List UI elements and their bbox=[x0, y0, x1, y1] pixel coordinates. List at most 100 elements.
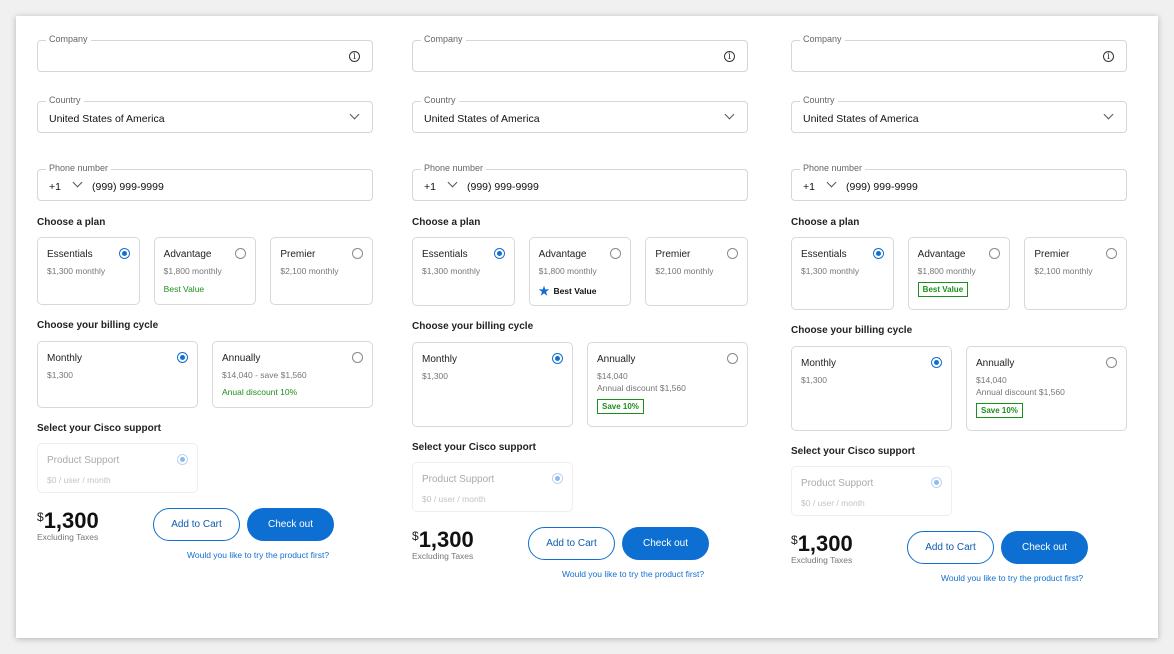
phone-label: Phone number bbox=[421, 163, 487, 173]
billing-option-annually[interactable]: Annually $14,040 Annual discount $1,560 Sav… bbox=[587, 342, 748, 427]
phone-input[interactable]: Phone number +1 (999) 999-9999 bbox=[412, 163, 748, 201]
plan-radio[interactable] bbox=[1106, 248, 1118, 259]
billing-radio[interactable] bbox=[352, 352, 363, 363]
billing-radio[interactable] bbox=[1106, 357, 1117, 368]
billing-option-monthly[interactable]: Monthly $1,300 bbox=[37, 341, 198, 408]
billing-radio[interactable] bbox=[931, 357, 942, 368]
support-radio bbox=[177, 454, 188, 465]
billing-name: Monthly bbox=[47, 353, 83, 364]
chevron-down-icon[interactable] bbox=[72, 177, 83, 188]
info-icon[interactable]: i bbox=[349, 51, 360, 62]
try-product-link[interactable]: Would you like to try the product first? bbox=[562, 569, 704, 579]
plan-heading: Choose a plan bbox=[37, 217, 106, 228]
country-label: Country bbox=[800, 95, 838, 105]
phone-input[interactable]: Phone number +1 (999) 999-9999 bbox=[791, 163, 1127, 201]
billing-detail: $14,040 bbox=[597, 371, 628, 381]
plan-name: Advantage bbox=[538, 249, 587, 260]
support-heading: Select your Cisco support bbox=[412, 442, 536, 453]
plan-option-advantage[interactable]: Advantage $1,800 monthly Best Value bbox=[907, 237, 1011, 310]
company-label: Company bbox=[421, 34, 466, 44]
chevron-down-icon bbox=[349, 109, 360, 120]
plan-name: Essentials bbox=[422, 249, 468, 260]
country-value: United States of America bbox=[803, 113, 919, 125]
plan-price: $1,300 monthly bbox=[801, 266, 860, 276]
try-product-link[interactable]: Would you like to try the product first? bbox=[187, 550, 329, 560]
plan-option-premier[interactable]: Premier $2,100 monthly bbox=[270, 237, 374, 305]
billing-detail: Annual discount $1,560 bbox=[597, 383, 686, 393]
plan-option-essentials[interactable]: Essentials $1,300 monthly bbox=[37, 237, 140, 305]
plan-option-premier[interactable]: Premier $2,100 monthly bbox=[1024, 237, 1128, 310]
add-to-cart-button[interactable]: Add to Cart bbox=[153, 508, 240, 541]
plan-name: Essentials bbox=[47, 249, 93, 260]
billing-radio[interactable] bbox=[727, 353, 738, 364]
plan-options: Essentials $1,300 monthly Advantage $1,800 … bbox=[412, 237, 749, 306]
plan-price: $1,800 monthly bbox=[163, 266, 222, 276]
best-value-text: Best Value bbox=[553, 286, 597, 296]
plan-option-essentials[interactable]: Essentials $1,300 monthly bbox=[791, 237, 894, 310]
info-icon[interactable]: i bbox=[724, 51, 735, 62]
checkout-button[interactable]: Check out bbox=[622, 527, 709, 560]
company-input[interactable]: Company i bbox=[791, 34, 1127, 72]
plan-radio[interactable] bbox=[352, 248, 364, 259]
plan-radio[interactable] bbox=[493, 248, 505, 259]
phone-input[interactable]: Phone number +1 (999) 999-9999 bbox=[37, 163, 373, 201]
plan-name: Premier bbox=[1034, 249, 1070, 260]
company-input[interactable]: Company i bbox=[412, 34, 748, 72]
best-value-label: ★ Best Value bbox=[539, 284, 622, 298]
country-select[interactable]: Country United States of America bbox=[37, 95, 373, 133]
billing-radio[interactable] bbox=[552, 353, 563, 364]
billing-radio[interactable] bbox=[177, 352, 188, 363]
support-name: Product Support bbox=[801, 478, 874, 489]
country-label: Country bbox=[46, 95, 84, 105]
chevron-down-icon[interactable] bbox=[447, 177, 458, 188]
billing-option-monthly[interactable]: Monthly $1,300 bbox=[791, 346, 952, 431]
info-icon[interactable]: i bbox=[1103, 51, 1114, 62]
billing-option-annually[interactable]: Annually $14,040 Annual discount $1,560 Sav… bbox=[966, 346, 1127, 431]
billing-name: Annually bbox=[976, 358, 1015, 369]
price-currency: $ bbox=[412, 529, 419, 543]
billing-option-monthly[interactable]: Monthly $1,300 bbox=[412, 342, 573, 427]
country-select[interactable]: Country United States of America bbox=[791, 95, 1127, 133]
plan-radio[interactable] bbox=[872, 248, 884, 259]
price-currency: $ bbox=[791, 533, 798, 547]
checkout-form-variant: Company i Country United States of America P… bbox=[412, 34, 749, 587]
best-value-label: Best Value bbox=[163, 284, 205, 294]
plan-radio[interactable] bbox=[727, 248, 739, 259]
support-price: $0 / user / month bbox=[47, 475, 111, 485]
phone-code[interactable]: +1 bbox=[803, 181, 815, 193]
plan-radio[interactable] bbox=[118, 248, 130, 259]
add-to-cart-button[interactable]: Add to Cart bbox=[528, 527, 615, 560]
checkout-button[interactable]: Check out bbox=[247, 508, 334, 541]
checkout-form-variant: Company i Country United States of America P… bbox=[37, 34, 374, 568]
checkout-button[interactable]: Check out bbox=[1001, 531, 1088, 564]
plan-option-premier[interactable]: Premier $2,100 monthly bbox=[645, 237, 749, 306]
billing-option-annually[interactable]: Annually $14,040 - save $1,560 Anual disco… bbox=[212, 341, 373, 408]
plan-option-advantage[interactable]: Advantage $1,800 monthly ★ Best Value bbox=[528, 237, 632, 306]
price-value: 1,300 bbox=[418, 527, 474, 552]
price-footer: $1,300 Excluding Taxes Add to Cart Check ou… bbox=[412, 527, 748, 587]
plan-option-advantage[interactable]: Advantage $1,800 monthly Best Value bbox=[153, 237, 257, 305]
support-option-product-support: Product Support $0 / user / month bbox=[37, 443, 198, 493]
chevron-down-icon bbox=[1103, 109, 1114, 120]
price-footer: $1,300 Excluding Taxes Add to Cart Check ou… bbox=[791, 531, 1127, 591]
phone-code[interactable]: +1 bbox=[424, 181, 436, 193]
phone-code[interactable]: +1 bbox=[49, 181, 61, 193]
chevron-down-icon[interactable] bbox=[826, 177, 837, 188]
country-label: Country bbox=[421, 95, 459, 105]
company-input[interactable]: Company i bbox=[37, 34, 373, 72]
page: Company i Country United States of America P… bbox=[0, 0, 1174, 654]
billing-name: Annually bbox=[597, 354, 636, 365]
plan-price: $2,100 monthly bbox=[1034, 266, 1093, 276]
billing-name: Monthly bbox=[422, 354, 458, 365]
country-select[interactable]: Country United States of America bbox=[412, 95, 748, 133]
price-note: Excluding Taxes bbox=[412, 551, 474, 561]
support-heading: Select your Cisco support bbox=[791, 446, 915, 457]
try-product-link[interactable]: Would you like to try the product first? bbox=[941, 573, 1083, 583]
billing-options: Monthly $1,300 Annually $14,040 Annual disco… bbox=[412, 342, 748, 427]
plan-price: $2,100 monthly bbox=[655, 266, 714, 276]
plan-option-essentials[interactable]: Essentials $1,300 monthly bbox=[412, 237, 515, 306]
price-line: $1,300 bbox=[412, 527, 474, 553]
price-currency: $ bbox=[37, 510, 44, 524]
total-price: $1,300 Excluding Taxes bbox=[791, 531, 853, 565]
add-to-cart-button[interactable]: Add to Cart bbox=[907, 531, 994, 564]
